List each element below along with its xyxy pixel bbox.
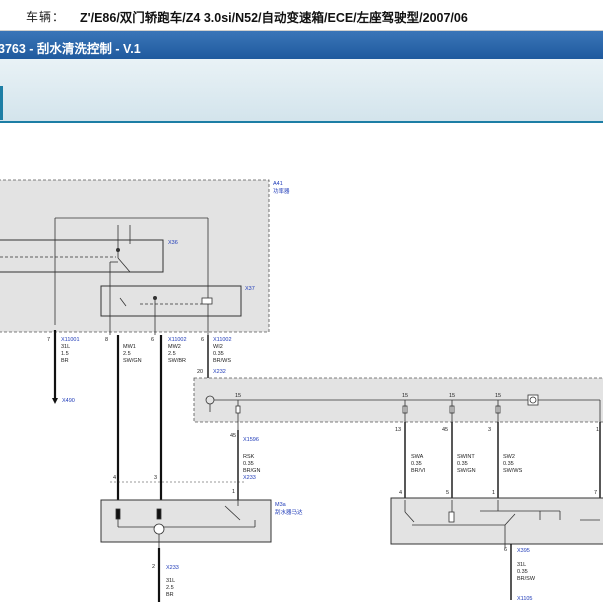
bottom-wire2-name: 31L <box>517 562 526 568</box>
switch-box <box>390 497 603 545</box>
arrow-x490 <box>52 398 58 404</box>
motor-pin-3: 3 <box>154 475 157 481</box>
tab-active-indicator[interactable] <box>0 86 3 120</box>
wire3-size: 2.5 <box>168 351 176 357</box>
vehicle-info-bar: 车辆： Z'/E86/双门轿跑车/Z4 3.0si/N52/自动变速箱/ECE/… <box>0 0 603 31</box>
wire3-color: SW/BR <box>168 358 186 364</box>
connector-x11002a: X11002 <box>168 337 187 343</box>
motor-pin-4: 4 <box>113 475 116 481</box>
wire2-color: SW/GN <box>123 358 142 364</box>
pin-6a: 6 <box>151 337 154 343</box>
swint-name: SWINT <box>457 454 475 460</box>
swa-color: BR/VI <box>411 468 426 474</box>
connector-x1105: X1105 <box>517 596 533 602</box>
wire1-color: BR <box>61 358 69 364</box>
rsk-color: BR/GN <box>243 468 260 474</box>
connector-x233-top: X233 <box>243 475 256 481</box>
pin-20: 20 <box>197 369 203 375</box>
switch-pin-4: 4 <box>399 490 402 496</box>
swint-color: SW/GN <box>457 468 476 474</box>
vehicle-value: Z'/E86/双门轿跑车/Z4 3.0si/N52/自动变速箱/ECE/左座驾驶… <box>80 11 468 25</box>
bottom-wire-color: BR <box>166 592 174 598</box>
connector-x1596: X1596 <box>243 437 259 443</box>
module-a41-id: A41 <box>273 181 283 187</box>
swint-size: 0.35 <box>457 461 468 467</box>
connector-x11002b: X11002 <box>213 337 232 343</box>
sw2-name: SW2 <box>503 454 515 460</box>
relay-x36-box <box>0 239 164 273</box>
sw2-size: 0.35 <box>503 461 514 467</box>
pin-13: 13 <box>395 427 401 433</box>
wire4-name: WI2 <box>213 344 223 350</box>
diagram-title-bar: 3763 - 刮水清洗控制 - V.1 <box>0 31 603 59</box>
bottom-wire2-size: 0.35 <box>517 569 528 575</box>
rsk-size: 0.35 <box>243 461 254 467</box>
rsk-name: RSK <box>243 454 255 460</box>
pin-7: 7 <box>47 337 50 343</box>
motor-bottom-pin: 2 <box>152 564 155 570</box>
pin-3: 3 <box>488 427 491 433</box>
wire2-size: 2.5 <box>123 351 131 357</box>
switch-pin-7: 7 <box>594 490 597 496</box>
pin-6b: 6 <box>201 337 204 343</box>
tab-strip <box>0 59 603 123</box>
motor-m3a-name: 刮水器马达 <box>275 508 303 516</box>
wire4-size: 0.35 <box>213 351 224 357</box>
swa-size: 0.35 <box>411 461 422 467</box>
bottom-wire2-color: BR/SW <box>517 576 536 582</box>
pin-15a: 15 <box>235 393 241 399</box>
motor-pin-1: 1 <box>232 489 235 495</box>
pin-45b: 45 <box>442 427 448 433</box>
wire2-name: MW1 <box>123 344 136 350</box>
connector-x395: X395 <box>517 548 530 554</box>
connector-x233-bottom: X233 <box>166 565 179 571</box>
switch-pin-1: 1 <box>492 490 495 496</box>
pin-15b: 15 <box>402 393 408 399</box>
switch-bottom-pin: 6 <box>504 547 507 553</box>
pin-1: 1 <box>596 427 599 433</box>
wiring-diagram: A41 功率器 X36 X37 7 8 6 6 X11001 X11002 X1… <box>0 179 603 602</box>
switch-pin-5: 5 <box>446 490 449 496</box>
diagram-title: 3763 - 刮水清洗控制 - V.1 <box>0 42 141 56</box>
connector-x490: X490 <box>62 398 75 404</box>
wire1-name: 31L <box>61 344 70 350</box>
swa-name: SWA <box>411 454 424 460</box>
wire3-name: MW2 <box>168 344 181 350</box>
pin-15c: 15 <box>449 393 455 399</box>
pin-15d: 15 <box>495 393 501 399</box>
pin-45: 45 <box>230 433 236 439</box>
relay-x37-label: X37 <box>245 286 255 292</box>
bottom-wire-size: 2.5 <box>166 585 174 591</box>
bottom-wire-name: 31L <box>166 578 175 584</box>
relay-x36-label: X36 <box>168 240 178 246</box>
wire4-color: BR/WS <box>213 358 231 364</box>
sw2-color: SW/WS <box>503 468 523 474</box>
pin-8: 8 <box>105 337 108 343</box>
connector-x11001: X11001 <box>61 337 80 343</box>
motor-m3a-id: M3a <box>275 502 287 508</box>
connector-x232: X232 <box>213 369 226 375</box>
module-a41-name: 功率器 <box>273 187 290 195</box>
wire1-size: 1.5 <box>61 351 69 357</box>
vehicle-label: 车辆： <box>26 10 66 24</box>
motor-m3a-box <box>100 499 272 543</box>
